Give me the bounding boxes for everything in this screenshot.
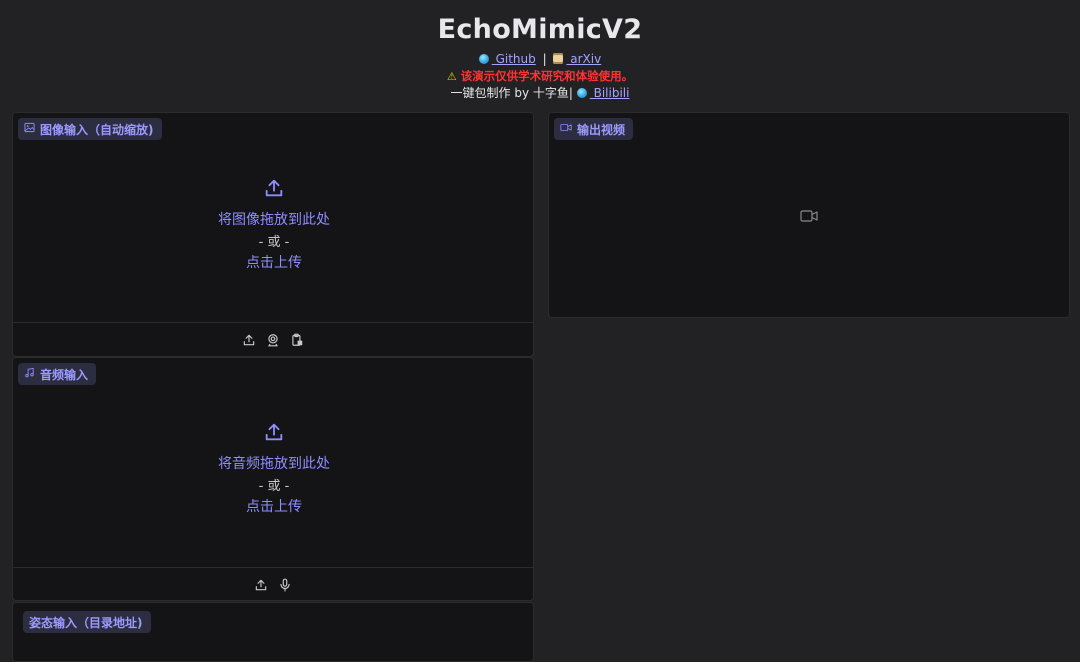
output-video-panel: 输出视频 [548, 112, 1070, 318]
upload-icon [255, 579, 267, 591]
image-input-label-text: 图像输入（自动缩放) [40, 122, 154, 137]
image-click-upload[interactable]: 点击上传 [246, 252, 302, 272]
video-placeholder-icon [800, 208, 818, 227]
scroll-icon [553, 53, 564, 64]
warning-text: 该演示仅供学术研究和体验使用。 [460, 69, 634, 83]
image-source-toolbar [13, 322, 533, 357]
warning-line: ⚠ 该演示仅供学术研究和体验使用。 [0, 68, 1080, 85]
links-line: Github | arXiv [0, 51, 1080, 68]
pose-input-label: 姿态输入（目录地址) [23, 611, 151, 633]
microphone-source-button[interactable] [277, 577, 293, 593]
upload-icon [243, 334, 255, 346]
audio-input-panel: 音频输入 将音频拖放到此处 - 或 - 点击上传 [12, 357, 534, 601]
clipboard-source-button[interactable] [289, 332, 305, 348]
output-video-label: 输出视频 [554, 118, 634, 140]
microphone-icon [280, 578, 290, 592]
webcam-source-button[interactable] [265, 332, 281, 348]
upload-source-button[interactable] [241, 332, 257, 348]
arxiv-link[interactable]: arXiv [566, 52, 601, 66]
image-input-label: 图像输入（自动缩放) [18, 118, 162, 140]
clipboard-icon [292, 333, 303, 346]
audio-or-text: - 或 - [258, 479, 290, 494]
webcam-icon [268, 334, 278, 347]
image-icon [24, 122, 35, 136]
warning-icon: ⚠ [446, 70, 457, 83]
video-icon [560, 122, 572, 136]
audio-source-toolbar [13, 567, 533, 602]
audio-click-upload[interactable]: 点击上传 [246, 496, 302, 516]
github-link[interactable]: Github [492, 52, 536, 66]
image-input-panel: 图像输入（自动缩放) 将图像拖放到此处 - 或 - 点击上传 [12, 112, 534, 357]
page-header: EchoMimicV2 Github | arXiv ⚠ 该演示仅供学术研究和体验… [0, 0, 1080, 110]
image-or-text: - 或 - [258, 235, 290, 250]
pose-input-label-text: 姿态输入（目录地址) [29, 615, 143, 630]
audio-input-label: 音频输入 [18, 363, 97, 385]
upload-source-button[interactable] [253, 577, 269, 593]
image-drop-text: 将图像拖放到此处 [218, 212, 330, 228]
audio-upload-dropzone[interactable]: 将音频拖放到此处 - 或 - 点击上传 [174, 421, 374, 516]
pose-input-panel: 姿态输入（目录地址) [12, 602, 534, 662]
credit-line: 一键包制作 by 十字鱼| Bilibili [0, 85, 1080, 102]
page-title: EchoMimicV2 [437, 14, 643, 45]
credit-text: 一键包制作 by 十字鱼| [450, 86, 573, 100]
output-video-label-text: 输出视频 [577, 122, 626, 137]
image-upload-dropzone[interactable]: 将图像拖放到此处 - 或 - 点击上传 [174, 177, 374, 272]
link-separator: | [542, 52, 547, 66]
bilibili-link[interactable]: Bilibili [590, 86, 630, 100]
upload-icon [263, 177, 285, 203]
globe-icon [576, 88, 587, 98]
upload-icon [263, 421, 285, 447]
globe-icon [478, 54, 489, 64]
audio-input-label-text: 音频输入 [40, 367, 89, 382]
music-icon [24, 367, 35, 381]
audio-drop-text: 将音频拖放到此处 [218, 456, 330, 472]
